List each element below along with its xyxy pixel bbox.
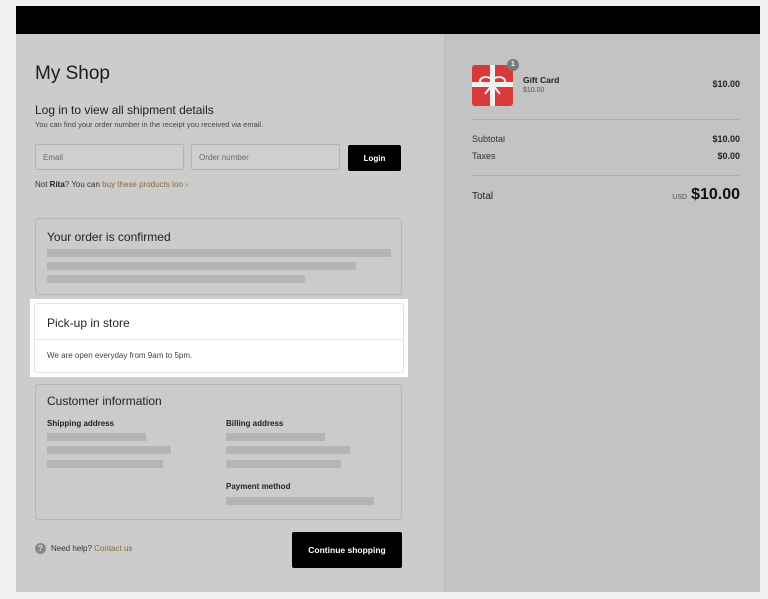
customer-information-card: Customer information Shipping address Bi… [35,384,402,520]
placeholder-bar [47,262,356,270]
total-value: $10.00 [691,186,740,203]
not-user-suffix: ? You can [64,180,103,189]
payment-method-label: Payment method [226,482,291,491]
placeholder-bar [226,497,374,505]
placeholder-bar [47,249,391,257]
login-subtext: You can find your order number in the re… [35,120,264,129]
main-column: My Shop Log in to view all shipment deta… [16,34,444,592]
divider [472,119,740,120]
placeholder-bar [47,460,163,468]
quantity-badge: 1 [507,59,519,71]
order-number-field[interactable] [191,144,340,170]
checkout-frame: My Shop Log in to view all shipment deta… [16,34,760,592]
buy-products-link[interactable]: buy these products too › [102,180,188,189]
placeholder-bar [226,433,325,441]
not-user-name: Rita [49,180,65,189]
need-help-text: Need help? [51,544,92,553]
subtotal-label: Subtotal [472,134,506,144]
contact-us-link[interactable]: Contact us [94,544,132,553]
continue-shopping-button[interactable]: Continue shopping [292,532,402,568]
placeholder-bar [226,446,350,454]
pickup-title: Pick-up in store [47,316,130,330]
pickup-hours: We are open everyday from 9am to 5pm. [47,351,193,360]
login-button[interactable]: Login [348,145,401,171]
item-name: Gift Card [523,75,560,85]
divider [472,175,740,176]
login-heading: Log in to view all shipment details [35,103,214,117]
help-icon: ? [35,543,46,554]
help-row: ? Need help? Contact us [35,543,132,554]
placeholder-bar [47,446,171,454]
pickup-card-inner: Pick-up in store We are open everyday fr… [34,303,404,373]
item-variant: $10.00 [523,87,545,94]
placeholder-bar [47,433,146,441]
not-user-notice: Not Rita? You can buy these products too… [35,180,188,189]
billing-address-label: Billing address [226,419,284,428]
not-user-prefix: Not [35,180,50,189]
total-amount: USD $10.00 [672,186,740,204]
taxes-label: Taxes [472,151,496,161]
order-confirmed-card: Your order is confirmed [35,218,402,295]
gift-card-thumbnail [472,65,513,106]
order-summary-panel: 1 Gift Card $10.00 $10.00 Subtotal $10.0… [444,34,760,592]
shipping-address-label: Shipping address [47,419,115,428]
divider [35,339,403,340]
pickup-card: Pick-up in store We are open everyday fr… [30,299,408,377]
placeholder-bar [47,275,305,283]
taxes-value: $0.00 [717,151,740,161]
order-confirmed-title: Your order is confirmed [47,230,171,244]
total-label: Total [472,191,494,202]
email-field[interactable] [35,144,184,170]
shop-title[interactable]: My Shop [35,63,110,85]
gift-icon [472,65,513,106]
placeholder-bar [226,460,341,468]
item-price: $10.00 [712,79,740,89]
currency-code: USD [672,194,688,201]
subtotal-value: $10.00 [712,134,740,144]
top-bar [16,6,760,34]
customer-information-title: Customer information [47,394,162,408]
